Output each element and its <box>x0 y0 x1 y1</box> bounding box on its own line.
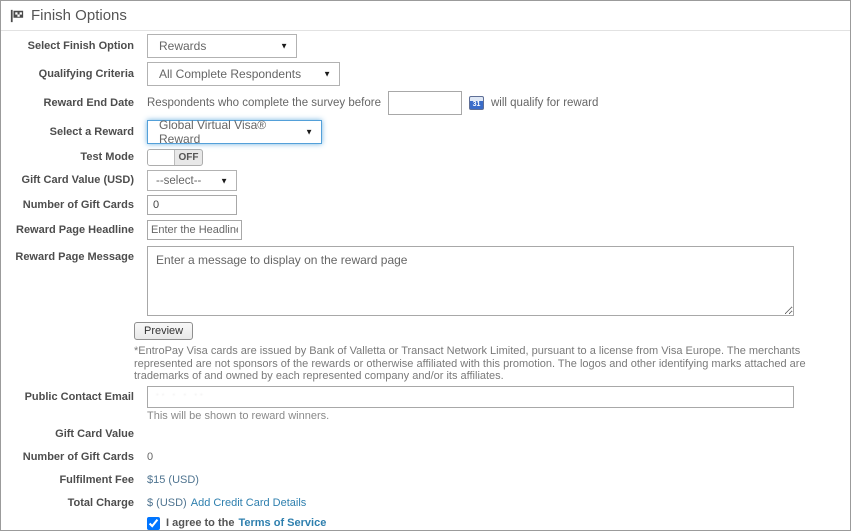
page-title: Finish Options <box>31 7 127 24</box>
summary-number-of-gift-cards-label: Number of Gift Cards <box>1 451 134 464</box>
reward-page-message-textarea[interactable] <box>147 246 794 316</box>
total-charge-value: $ (USD) <box>147 497 187 510</box>
public-contact-email-wrap: ·· · · ·· <box>147 386 794 408</box>
reward-page-headline-row: Reward Page Headline <box>1 220 850 240</box>
summary-gift-card-value-row: Gift Card Value <box>1 428 850 441</box>
gift-card-value-value: --select-- <box>156 175 201 187</box>
reward-page-message-label: Reward Page Message <box>1 246 134 264</box>
public-contact-email-helper: This will be shown to reward winners. <box>147 410 850 422</box>
fulfilment-fee-row: Fulfilment Fee $15 (USD) <box>1 474 850 487</box>
select-finish-option-value: Rewards <box>159 39 206 53</box>
flag-checkered-icon <box>10 9 24 23</box>
reward-page-message-row: Reward Page Message <box>1 246 850 316</box>
preview-button-wrap: Preview <box>1 316 850 340</box>
qualifying-criteria-value: All Complete Respondents <box>159 67 301 81</box>
public-contact-email-label: Public Contact Email <box>1 386 134 404</box>
number-of-gift-cards-label: Number of Gift Cards <box>1 199 134 212</box>
reward-end-date-input[interactable] <box>388 91 462 115</box>
number-of-gift-cards-row: Number of Gift Cards <box>1 195 850 215</box>
qualifying-criteria-dropdown[interactable]: All Complete Respondents ▼ <box>147 62 340 86</box>
select-a-reward-row: Select a Reward Global Virtual Visa® Rew… <box>1 120 850 144</box>
summary-number-of-gift-cards-value: 0 <box>147 451 153 464</box>
calendar-day-number: 31 <box>473 101 481 109</box>
select-finish-option-label: Select Finish Option <box>1 40 134 53</box>
toggle-knob <box>148 150 175 165</box>
chevron-down-icon: ▼ <box>280 42 288 51</box>
fulfilment-fee-label: Fulfilment Fee <box>1 474 134 487</box>
reward-page-headline-label: Reward Page Headline <box>1 224 134 237</box>
toggle-state-label: OFF <box>175 150 202 165</box>
total-charge-row: Total Charge $ (USD) Add Credit Card Det… <box>1 497 850 510</box>
terms-of-service-link[interactable]: Terms of Service <box>238 517 326 529</box>
gift-card-value-dropdown[interactable]: --select-- ▼ <box>147 170 237 191</box>
test-mode-toggle[interactable]: OFF <box>147 149 203 166</box>
terms-checkbox[interactable] <box>147 517 160 530</box>
total-charge-label: Total Charge <box>1 497 134 510</box>
chevron-down-icon: ▼ <box>305 128 313 137</box>
reward-page-headline-input[interactable] <box>147 220 242 240</box>
qualifying-criteria-row: Qualifying Criteria All Complete Respond… <box>1 62 850 86</box>
entropay-disclaimer-text: *EntroPay Visa cards are issued by Bank … <box>134 345 845 383</box>
chevron-down-icon: ▼ <box>323 70 331 79</box>
reward-end-date-text-before: Respondents who complete the survey befo… <box>147 97 381 109</box>
preview-button[interactable]: Preview <box>134 322 193 340</box>
chevron-down-icon: ▼ <box>220 176 228 185</box>
test-mode-row: Test Mode OFF <box>1 149 850 166</box>
add-credit-card-details-link[interactable]: Add Credit Card Details <box>191 497 307 510</box>
panel-header: Finish Options <box>1 1 850 31</box>
reward-end-date-text-after: will qualify for reward <box>491 97 598 109</box>
public-contact-email-row: Public Contact Email ·· · · ·· <box>1 386 850 408</box>
select-a-reward-value: Global Virtual Visa® Reward <box>159 118 297 146</box>
calendar-icon[interactable]: 31 <box>469 96 484 110</box>
gift-card-value-label: Gift Card Value (USD) <box>1 174 134 187</box>
summary-number-of-gift-cards-row: Number of Gift Cards 0 <box>1 451 850 464</box>
summary-gift-card-value-label: Gift Card Value <box>1 428 134 441</box>
reward-end-date-label: Reward End Date <box>1 97 134 110</box>
finish-options-panel: Finish Options Select Finish Option Rewa… <box>0 0 851 531</box>
qualifying-criteria-label: Qualifying Criteria <box>1 68 134 81</box>
select-finish-option-row: Select Finish Option Rewards ▼ <box>1 34 850 58</box>
number-of-gift-cards-input[interactable] <box>147 195 237 215</box>
select-a-reward-label: Select a Reward <box>1 126 134 139</box>
agreement-text: I agree to the <box>166 517 234 529</box>
test-mode-label: Test Mode <box>1 151 134 164</box>
reward-end-date-row: Reward End Date Respondents who complete… <box>1 91 850 115</box>
gift-card-value-row: Gift Card Value (USD) --select-- ▼ <box>1 170 850 191</box>
finish-options-form: Select Finish Option Rewards ▼ Qualifyin… <box>1 31 850 530</box>
agreement-row: I agree to the Terms of Service <box>147 517 850 530</box>
fulfilment-fee-value: $15 (USD) <box>147 474 199 487</box>
public-contact-email-input[interactable] <box>147 386 794 408</box>
select-a-reward-dropdown[interactable]: Global Virtual Visa® Reward ▼ <box>147 120 322 144</box>
select-finish-option-dropdown[interactable]: Rewards ▼ <box>147 34 297 58</box>
